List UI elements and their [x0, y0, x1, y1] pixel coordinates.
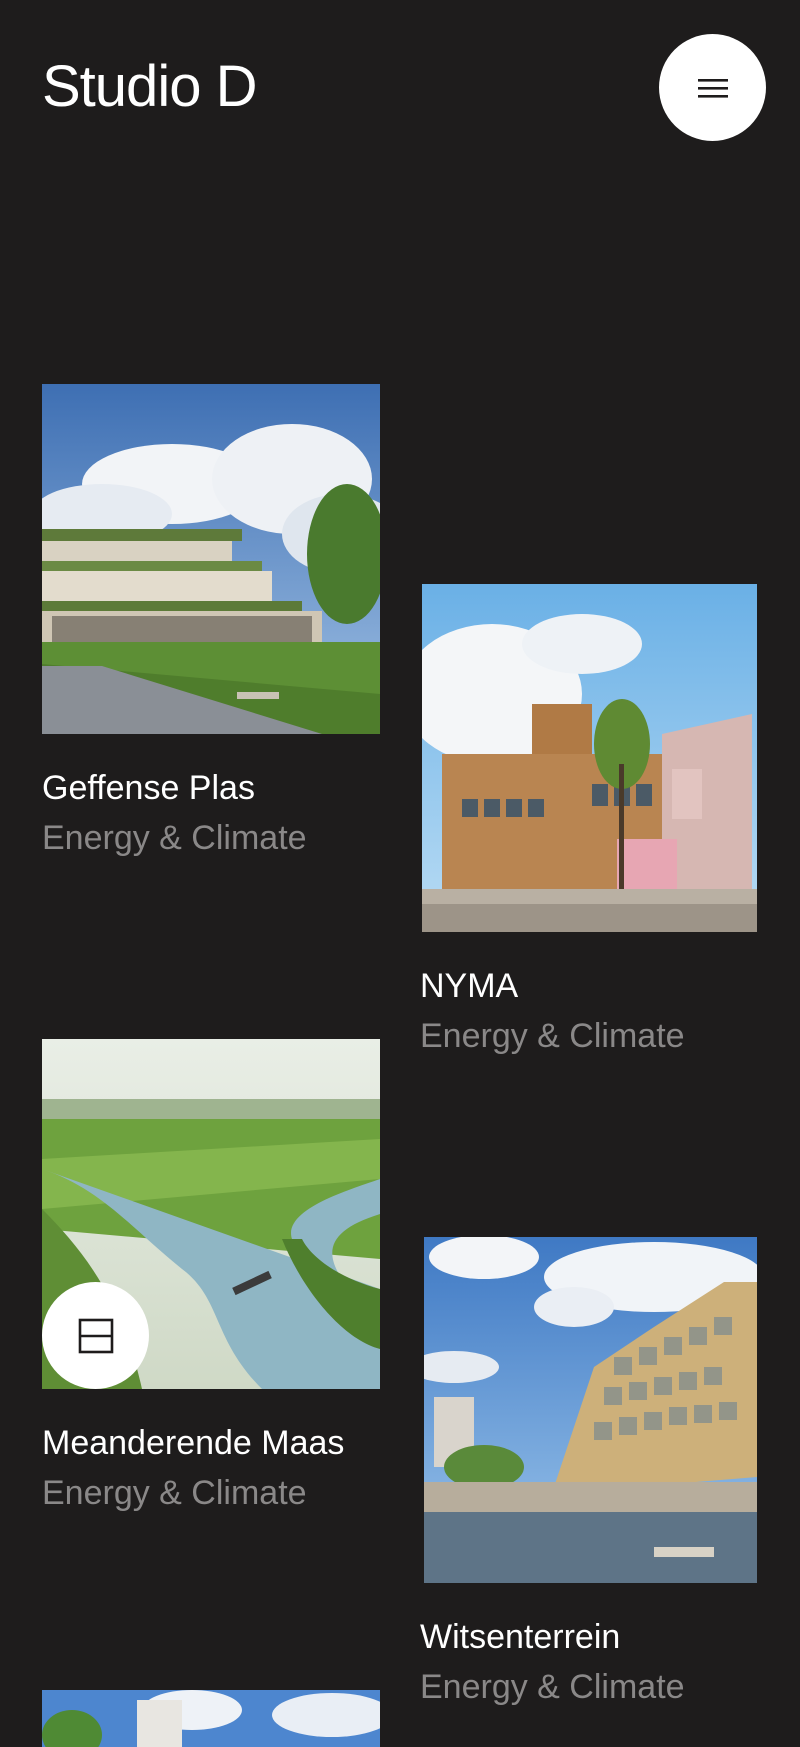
- project-title[interactable]: Geffense Plas: [42, 769, 255, 807]
- project-category: Energy & Climate: [420, 1017, 685, 1055]
- grid-layout-icon: [78, 1318, 113, 1353]
- project-image-nyma[interactable]: [422, 584, 757, 932]
- hamburger-menu-icon: [697, 78, 728, 98]
- project-image-witsenterrein[interactable]: [424, 1237, 757, 1583]
- project-category: Energy & Climate: [420, 1668, 685, 1706]
- layout-toggle-button[interactable]: [42, 1282, 149, 1389]
- project-category: Energy & Climate: [42, 1474, 307, 1512]
- project-title[interactable]: NYMA: [420, 967, 518, 1005]
- project-image-next[interactable]: [42, 1690, 380, 1747]
- site-logo[interactable]: Studio D: [42, 58, 257, 116]
- project-category: Energy & Climate: [42, 819, 307, 857]
- menu-button[interactable]: [659, 34, 766, 141]
- project-title[interactable]: Meanderende Maas: [42, 1424, 344, 1462]
- project-title[interactable]: Witsenterrein: [420, 1618, 620, 1656]
- project-image-geffense-plas[interactable]: [42, 384, 380, 734]
